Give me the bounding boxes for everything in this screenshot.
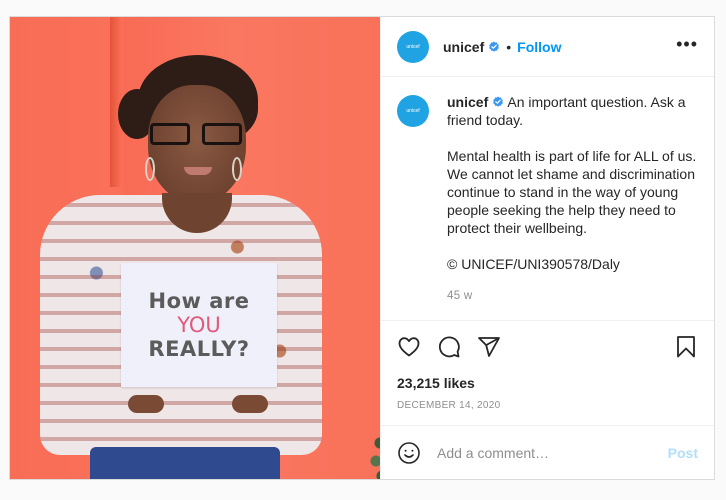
verified-badge-icon — [489, 41, 500, 52]
post-header: unicef unicef • Follow ••• — [381, 17, 714, 77]
author-avatar[interactable]: unicef — [397, 30, 429, 63]
bookmark-icon[interactable] — [674, 335, 698, 359]
photo-glasses — [150, 123, 242, 147]
emoji-icon[interactable] — [397, 441, 421, 465]
caption-area: unicef unicef An important question. Ask… — [381, 77, 714, 320]
post-caption: unicef An important question. Ask a frie… — [447, 93, 698, 320]
post-comment-button[interactable]: Post — [668, 445, 698, 461]
header-separator: • — [506, 38, 512, 55]
photo-mouth — [184, 167, 212, 175]
post-actions: 23,215 likes DECEMBER 14, 2020 — [381, 320, 714, 425]
caption-username[interactable]: unicef — [447, 94, 488, 110]
avatar-logo-text: unicef — [406, 108, 420, 114]
caption-photo-credit: © UNICEF/UNI390578/Daly — [447, 256, 620, 272]
likes-count[interactable]: 23,215 likes — [397, 375, 698, 391]
instagram-post: How are YOU REALLY? unicef unicef • Foll… — [9, 16, 715, 480]
caption-relative-time[interactable]: 45 w — [447, 287, 698, 305]
post-photo[interactable]: How are YOU REALLY? — [10, 17, 380, 479]
sign-line-2: YOU — [177, 312, 221, 337]
photo-hand-right — [232, 395, 268, 413]
post-date: DECEMBER 14, 2020 — [397, 400, 501, 411]
photo-jeans — [90, 447, 280, 479]
photo-hand-left — [128, 395, 164, 413]
post-side-panel: unicef unicef • Follow ••• unicef unicef… — [380, 17, 714, 479]
sign-line-1: How are — [148, 288, 250, 313]
comment-bar: Post — [381, 425, 714, 479]
heart-icon[interactable] — [397, 335, 421, 359]
verified-badge-icon — [493, 96, 504, 107]
more-options-icon[interactable]: ••• — [676, 35, 698, 59]
author-username[interactable]: unicef — [443, 39, 484, 55]
handwritten-sign: How are YOU REALLY? — [121, 263, 277, 387]
comment-icon[interactable] — [437, 335, 461, 359]
photo-earring-left — [145, 157, 155, 181]
follow-button[interactable]: Follow — [517, 39, 561, 55]
comment-input[interactable] — [437, 444, 668, 461]
caption-paragraph: Mental health is part of life for ALL of… — [447, 148, 697, 236]
share-icon[interactable] — [477, 335, 501, 359]
avatar-logo-text: unicef — [406, 43, 420, 50]
photo-plant — [368, 425, 380, 479]
caption-author-avatar[interactable]: unicef — [397, 95, 429, 127]
photo-earring-right — [232, 157, 242, 181]
action-icon-row — [397, 321, 698, 373]
sign-line-3: REALLY? — [148, 337, 250, 362]
